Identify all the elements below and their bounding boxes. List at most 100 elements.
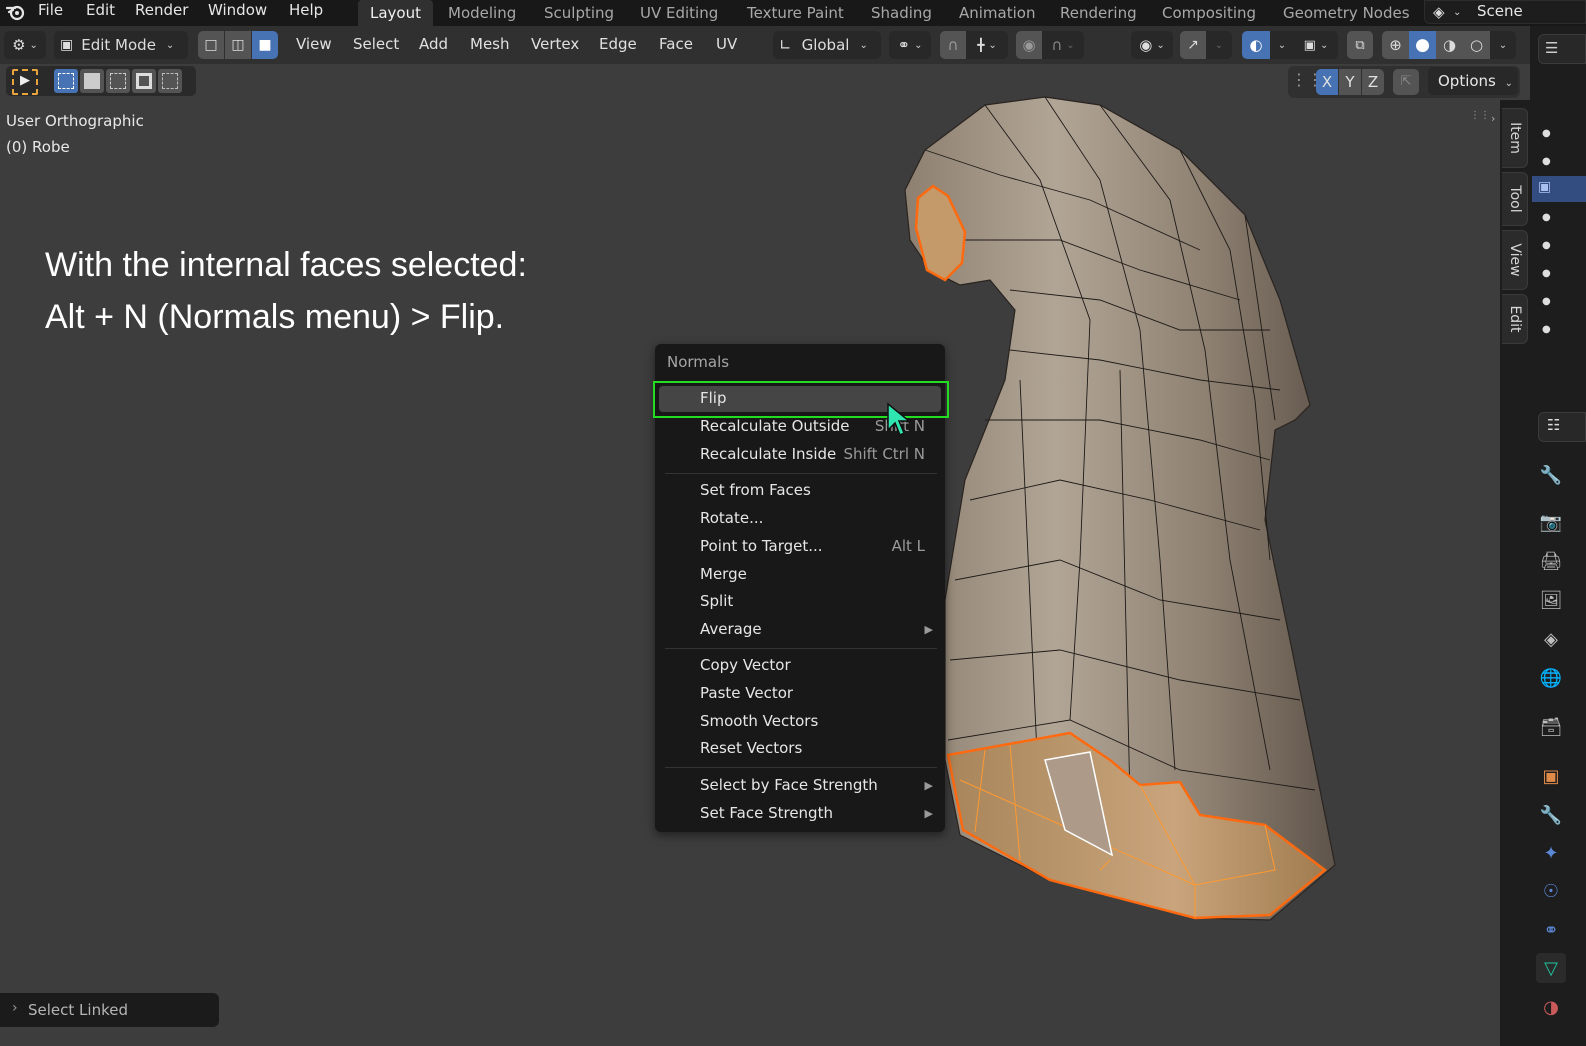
menu-edit[interactable]: Edit [80,0,121,22]
menu-item-paste-vector[interactable]: Paste Vector [659,681,941,707]
overlay-dropdown[interactable]: ⌄ [1270,31,1294,59]
menu-item-merge[interactable]: Merge [659,562,941,588]
menu-item-smooth-vectors[interactable]: Smooth Vectors [659,709,941,735]
object-visibility-dropdown[interactable]: ◉ ⌄ [1131,31,1173,59]
menu-vertex[interactable]: Vertex [531,34,579,54]
material-icon[interactable]: ◑ [1536,992,1566,1022]
menu-item-split[interactable]: Split [659,589,941,615]
mirror-axis-z[interactable]: Z [1362,69,1384,95]
snap-toggle[interactable]: ∩ [940,31,966,59]
shading-wireframe-button[interactable]: ⊕ [1382,31,1409,59]
menu-window[interactable]: Window [202,0,273,22]
mesh-data-icon[interactable]: ▽ [1536,953,1566,983]
proportional-edit-toggle[interactable]: ◉ [1016,31,1042,59]
mirror-axis-x[interactable]: X [1316,69,1338,95]
xray-toggle[interactable]: ⧉ [1347,31,1373,59]
menu-file[interactable]: File [32,0,69,22]
menu-item-rotate[interactable]: Rotate... [659,506,941,532]
tab-animation[interactable]: Animation [947,0,1047,26]
outliner-row-dot[interactable]: ● [1542,128,1551,139]
particles-icon[interactable]: ✦ [1536,838,1566,868]
collection-icon[interactable]: 🗃 [1536,712,1566,742]
select-mode-intersect[interactable] [158,69,182,93]
select-mode-set[interactable] [54,69,78,93]
properties-editor-type-button[interactable]: ☷ [1538,412,1586,442]
menu-item-average[interactable]: Average ▶ [659,617,941,643]
tab-compositing[interactable]: Compositing [1150,0,1268,26]
mode-dropdown[interactable]: ▣ Edit Mode ⌄ [54,31,188,59]
sidebar-collapse-icon[interactable]: › [1491,112,1495,125]
physics-icon[interactable]: ☉ [1536,876,1566,906]
select-tool-button[interactable]: ▶ [12,69,38,95]
sidebar-tab-view[interactable]: View [1502,230,1528,290]
menu-add[interactable]: Add [419,34,448,54]
topology-mirror-toggle[interactable]: ⇱ [1393,69,1419,95]
tab-modeling[interactable]: Modeling [436,0,528,26]
face-select-mode-button[interactable]: ■ [252,31,278,59]
options-dropdown[interactable]: Options ⌄ [1428,67,1518,95]
view-layer-icon[interactable]: 🖼 [1536,585,1566,615]
menu-mesh[interactable]: Mesh [470,34,510,54]
shading-material-button[interactable]: ◑ [1436,31,1463,59]
scene-selector[interactable]: ◈ ⌄ Scene [1424,0,1586,24]
select-mode-extend[interactable] [80,69,104,93]
gizmo-toggle[interactable]: ↗ [1180,31,1206,59]
drag-handle-icon[interactable]: ⋮⋮ [1470,110,1490,121]
outliner-row-selected[interactable]: ▣ [1532,176,1586,202]
output-icon[interactable]: 🖨 [1536,546,1566,576]
editor-type-button[interactable]: ⚙ ⌄ [4,31,46,59]
tab-rendering[interactable]: Rendering [1048,0,1149,26]
blender-logo-icon[interactable] [5,2,27,22]
menu-item-set-from-faces[interactable]: Set from Faces [659,478,941,504]
tab-layout[interactable]: Layout [358,0,433,26]
menu-help[interactable]: Help [283,0,329,22]
outliner-editor-type-button[interactable]: ☰ [1538,34,1586,64]
sidebar-tab-item[interactable]: Item [1502,108,1528,168]
tab-uv-editing[interactable]: UV Editing [628,0,730,26]
tool-icon[interactable]: 🔧 [1536,460,1566,490]
tab-texture-paint[interactable]: Texture Paint [735,0,856,26]
sidebar-tab-edit[interactable]: Edit [1502,294,1528,344]
scene-name[interactable]: Scene [1477,1,1523,21]
menu-item-recalculate-inside[interactable]: Recalculate Inside Shift Ctrl N [659,442,941,468]
scene-icon[interactable]: ◈ [1536,624,1566,654]
select-mode-subtract[interactable] [106,69,130,93]
pivot-point-dropdown[interactable]: ⚭ ⌄ [889,31,931,59]
mesh-overlay-dropdown[interactable]: ▣ ⌄ [1294,31,1338,59]
select-mode-difference[interactable] [132,69,156,93]
last-operator-panel[interactable]: › Select Linked [0,993,219,1027]
menu-item-select-by-face-strength[interactable]: Select by Face Strength ▶ [659,773,941,799]
menu-item-reset-vectors[interactable]: Reset Vectors [659,736,941,762]
menu-item-set-face-strength[interactable]: Set Face Strength ▶ [659,801,941,827]
menu-select[interactable]: Select [353,34,399,54]
menu-item-point-to-target[interactable]: Point to Target... Alt L [659,534,941,560]
tab-shading[interactable]: Shading [859,0,944,26]
world-icon[interactable]: 🌐 [1536,663,1566,693]
outliner-row-dot[interactable]: ● [1542,212,1551,223]
vertex-select-mode-button[interactable]: □ [198,31,224,59]
render-icon[interactable]: 📷 [1536,507,1566,537]
menu-item-copy-vector[interactable]: Copy Vector [659,653,941,679]
tab-geometry-nodes[interactable]: Geometry Nodes [1271,0,1422,26]
outliner-row-dot[interactable]: ● [1542,324,1551,335]
shading-dropdown[interactable]: ⌄ [1490,31,1516,59]
overlay-toggle[interactable]: ◐ [1242,31,1270,59]
falloff-dropdown[interactable]: ∩ ⌄ [1042,31,1084,59]
menu-view[interactable]: View [296,34,332,54]
outliner-row-dot[interactable]: ● [1542,240,1551,251]
sidebar-tab-tool[interactable]: Tool [1502,172,1528,226]
gizmo-dropdown[interactable]: ⌄ [1206,31,1232,59]
edge-select-mode-button[interactable]: ◫ [225,31,251,59]
menu-face[interactable]: Face [659,34,693,54]
mirror-axis-y[interactable]: Y [1339,69,1361,95]
shading-solid-button[interactable]: ● [1409,31,1436,59]
menu-uv[interactable]: UV [716,34,737,54]
snap-target-dropdown[interactable]: ╋ ⌄ [966,31,1008,59]
object-icon[interactable]: ▣ [1536,761,1566,791]
transform-orientation-dropdown[interactable]: ∟ Global ⌄ [773,31,881,59]
tab-sculpting[interactable]: Sculpting [532,0,626,26]
menu-edge[interactable]: Edge [599,34,637,54]
outliner-row-dot[interactable]: ● [1542,296,1551,307]
shading-rendered-button[interactable]: ○ [1463,31,1490,59]
constraints-icon[interactable]: ⚭ [1536,915,1566,945]
